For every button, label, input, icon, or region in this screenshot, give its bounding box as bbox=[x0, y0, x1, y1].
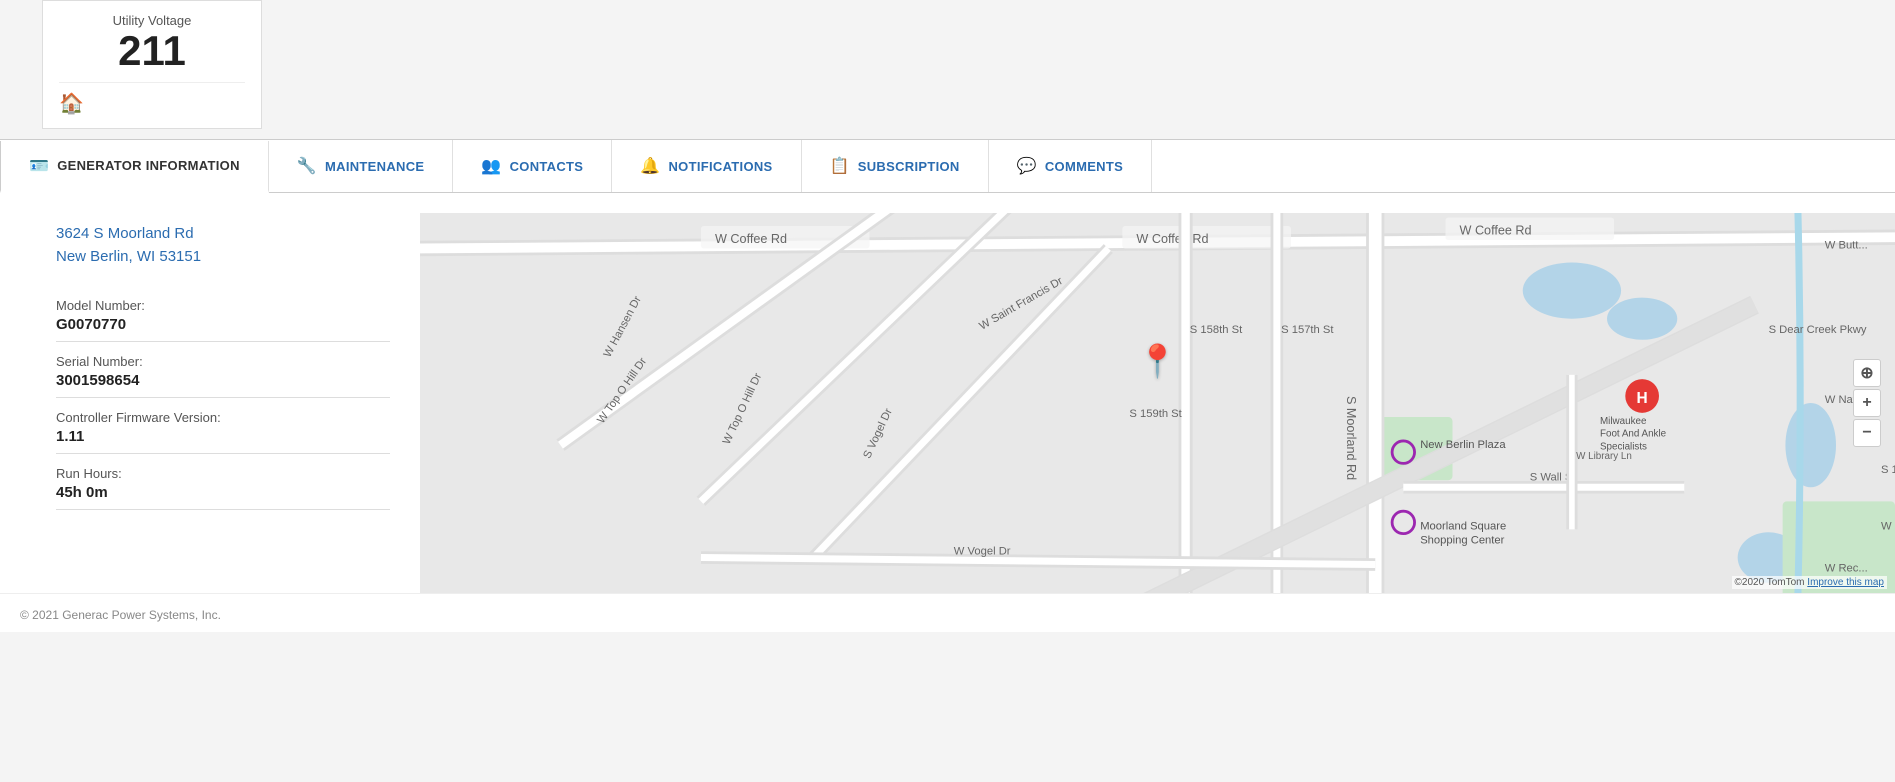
svg-text:Milwaukee: Milwaukee bbox=[1600, 416, 1647, 427]
people-icon: 👥 bbox=[481, 156, 501, 176]
home-icon: 🏠 bbox=[59, 93, 84, 115]
info-panel: 3624 S Moorland Rd New Berlin, WI 53151 … bbox=[0, 213, 420, 593]
svg-text:W Coffee Rd: W Coffee Rd bbox=[1460, 224, 1532, 238]
svg-text:Shopping Center: Shopping Center bbox=[1420, 535, 1504, 547]
tab-label-comments: COMMENTS bbox=[1045, 159, 1123, 174]
map-controls: ⊕ + − bbox=[1853, 359, 1881, 447]
top-area: Utility Voltage 211 🏠 bbox=[0, 0, 1895, 139]
svg-text:S 157th St: S 157th St bbox=[1281, 324, 1334, 336]
tab-contacts[interactable]: 👥 CONTACTS bbox=[453, 140, 612, 192]
bell-icon: 🔔 bbox=[640, 156, 660, 176]
chat-icon: 💬 bbox=[1017, 156, 1037, 176]
svg-text:New Berlin Plaza: New Berlin Plaza bbox=[1420, 439, 1506, 451]
map-attribution: ©2020 TomTom Improve this map bbox=[1732, 576, 1887, 589]
tab-generator-information[interactable]: 🪪 GENERATOR INFORMATION bbox=[0, 141, 269, 193]
serial-number-value: 3001598654 bbox=[56, 372, 390, 389]
svg-text:W Coffee Rd: W Coffee Rd bbox=[715, 232, 787, 246]
home-icon-row: 🏠 bbox=[59, 82, 245, 116]
firmware-value: 1.11 bbox=[56, 428, 390, 445]
copyright-text: © 2021 Generac Power Systems, Inc. bbox=[20, 608, 221, 622]
subscribe-icon: 📋 bbox=[830, 156, 850, 176]
run-hours-label: Run Hours: bbox=[56, 466, 390, 481]
svg-text:Foot And Ankle: Foot And Ankle bbox=[1600, 429, 1667, 440]
address-block: 3624 S Moorland Rd New Berlin, WI 53151 bbox=[56, 223, 390, 268]
model-number-label: Model Number: bbox=[56, 298, 390, 313]
map-area[interactable]: W Coffee Rd W Coffee Rd W Coffee Rd W To… bbox=[420, 213, 1895, 593]
tab-label-notifications: NOTIFICATIONS bbox=[668, 159, 772, 174]
firmware-label: Controller Firmware Version: bbox=[56, 410, 390, 425]
voltage-label: Utility Voltage bbox=[59, 13, 245, 28]
tab-comments[interactable]: 💬 COMMENTS bbox=[989, 140, 1152, 192]
tab-label-contacts: CONTACTS bbox=[510, 159, 584, 174]
tab-maintenance[interactable]: 🔧 MAINTENANCE bbox=[269, 140, 454, 192]
svg-text:S 159th St: S 159th St bbox=[1129, 408, 1182, 420]
svg-text:H: H bbox=[1637, 390, 1648, 407]
svg-text:W Rec...: W Rec... bbox=[1825, 563, 1868, 575]
serial-number-row: Serial Number: 3001598654 bbox=[56, 344, 390, 398]
main-content: 3624 S Moorland Rd New Berlin, WI 53151 … bbox=[0, 193, 1895, 593]
improve-link[interactable]: Improve this map bbox=[1807, 577, 1884, 588]
address-line2: New Berlin, WI 53151 bbox=[56, 246, 390, 269]
svg-text:W Coffee Rd: W Coffee Rd bbox=[1136, 232, 1208, 246]
svg-text:S 147th...: S 147th... bbox=[1881, 464, 1895, 476]
map-svg: W Coffee Rd W Coffee Rd W Coffee Rd W To… bbox=[420, 213, 1895, 593]
zoom-in-button[interactable]: + bbox=[1853, 389, 1881, 417]
footer: © 2021 Generac Power Systems, Inc. bbox=[0, 593, 1895, 632]
svg-text:S Dear Creek Pkwy: S Dear Creek Pkwy bbox=[1769, 324, 1867, 336]
tab-label-maintenance: MAINTENANCE bbox=[325, 159, 424, 174]
tab-notifications[interactable]: 🔔 NOTIFICATIONS bbox=[612, 140, 801, 192]
svg-text:Moorland Square: Moorland Square bbox=[1420, 521, 1506, 533]
tab-subscription[interactable]: 📋 SUBSCRIPTION bbox=[802, 140, 989, 192]
attribution-text: ©2020 TomTom bbox=[1735, 577, 1805, 588]
run-hours-row: Run Hours: 45h 0m bbox=[56, 456, 390, 510]
person-card-icon: 🪪 bbox=[29, 156, 49, 176]
model-number-row: Model Number: G0070770 bbox=[56, 288, 390, 342]
address-line1: 3624 S Moorland Rd bbox=[56, 223, 390, 246]
svg-text:W Butt...: W Butt... bbox=[1825, 240, 1868, 252]
firmware-row: Controller Firmware Version: 1.11 bbox=[56, 400, 390, 454]
map-pin: 📍 bbox=[1138, 342, 1178, 380]
wrench-icon: 🔧 bbox=[297, 156, 317, 176]
svg-text:W Library Ln: W Library Ln bbox=[1576, 451, 1632, 462]
locate-button[interactable]: ⊕ bbox=[1853, 359, 1881, 387]
run-hours-value: 45h 0m bbox=[56, 484, 390, 501]
model-number-value: G0070770 bbox=[56, 316, 390, 333]
svg-text:S Moorland Rd: S Moorland Rd bbox=[1344, 396, 1358, 480]
tabs-nav: 🪪 GENERATOR INFORMATION 🔧 MAINTENANCE 👥 … bbox=[0, 139, 1895, 193]
svg-text:S 158th St: S 158th St bbox=[1190, 324, 1243, 336]
tab-label-generator-information: GENERATOR INFORMATION bbox=[57, 158, 240, 173]
zoom-out-button[interactable]: − bbox=[1853, 419, 1881, 447]
serial-number-label: Serial Number: bbox=[56, 354, 390, 369]
svg-text:W Vogel Dr: W Vogel Dr bbox=[954, 546, 1011, 558]
svg-text:Specialists: Specialists bbox=[1600, 442, 1647, 453]
tab-label-subscription: SUBSCRIPTION bbox=[858, 159, 960, 174]
svg-text:W Ced...: W Ced... bbox=[1881, 521, 1895, 533]
voltage-value: 211 bbox=[59, 28, 245, 74]
voltage-card: Utility Voltage 211 🏠 bbox=[42, 0, 262, 129]
